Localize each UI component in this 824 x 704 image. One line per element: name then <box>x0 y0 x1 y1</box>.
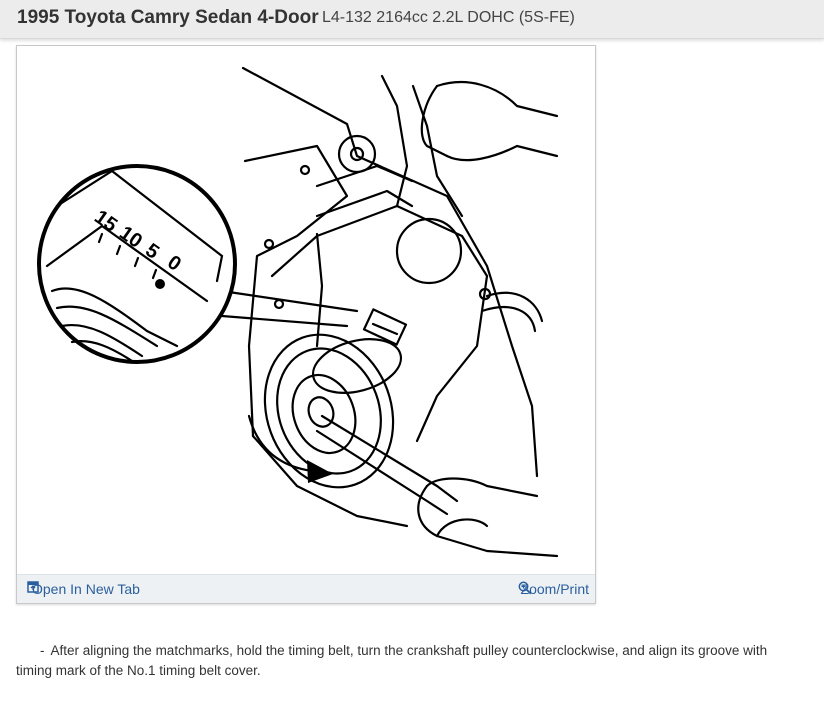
step-text: After aligning the matchmarks, hold the … <box>16 643 768 678</box>
step-bullet: - <box>40 643 45 658</box>
timing-diagram-figure: 15 10 5 0 Open In New Tab Zoom/Print <box>16 45 596 604</box>
figure-toolbar: Open In New Tab Zoom/Print <box>17 574 595 603</box>
vehicle-title: 1995 Toyota Camry Sedan 4-Door <box>17 7 319 28</box>
zoom-print-link[interactable]: Zoom/Print <box>518 581 589 597</box>
page-header: 1995 Toyota Camry Sedan 4-Door L4-132 21… <box>0 0 824 39</box>
engine-subtitle: L4-132 2164cc 2.2L DOHC (5S-FE) <box>322 9 575 26</box>
open-in-new-tab-link[interactable]: Open In New Tab <box>27 581 140 597</box>
rotation-arrow-icon <box>307 460 333 483</box>
timing-belt-illustration: 15 10 5 0 <box>37 66 559 558</box>
procedure-step: - After aligning the matchmarks, hold the… <box>16 641 806 681</box>
open-in-new-tab-label: Open In New Tab <box>32 581 140 597</box>
timing-marks-inset: 15 10 5 0 <box>37 164 237 364</box>
